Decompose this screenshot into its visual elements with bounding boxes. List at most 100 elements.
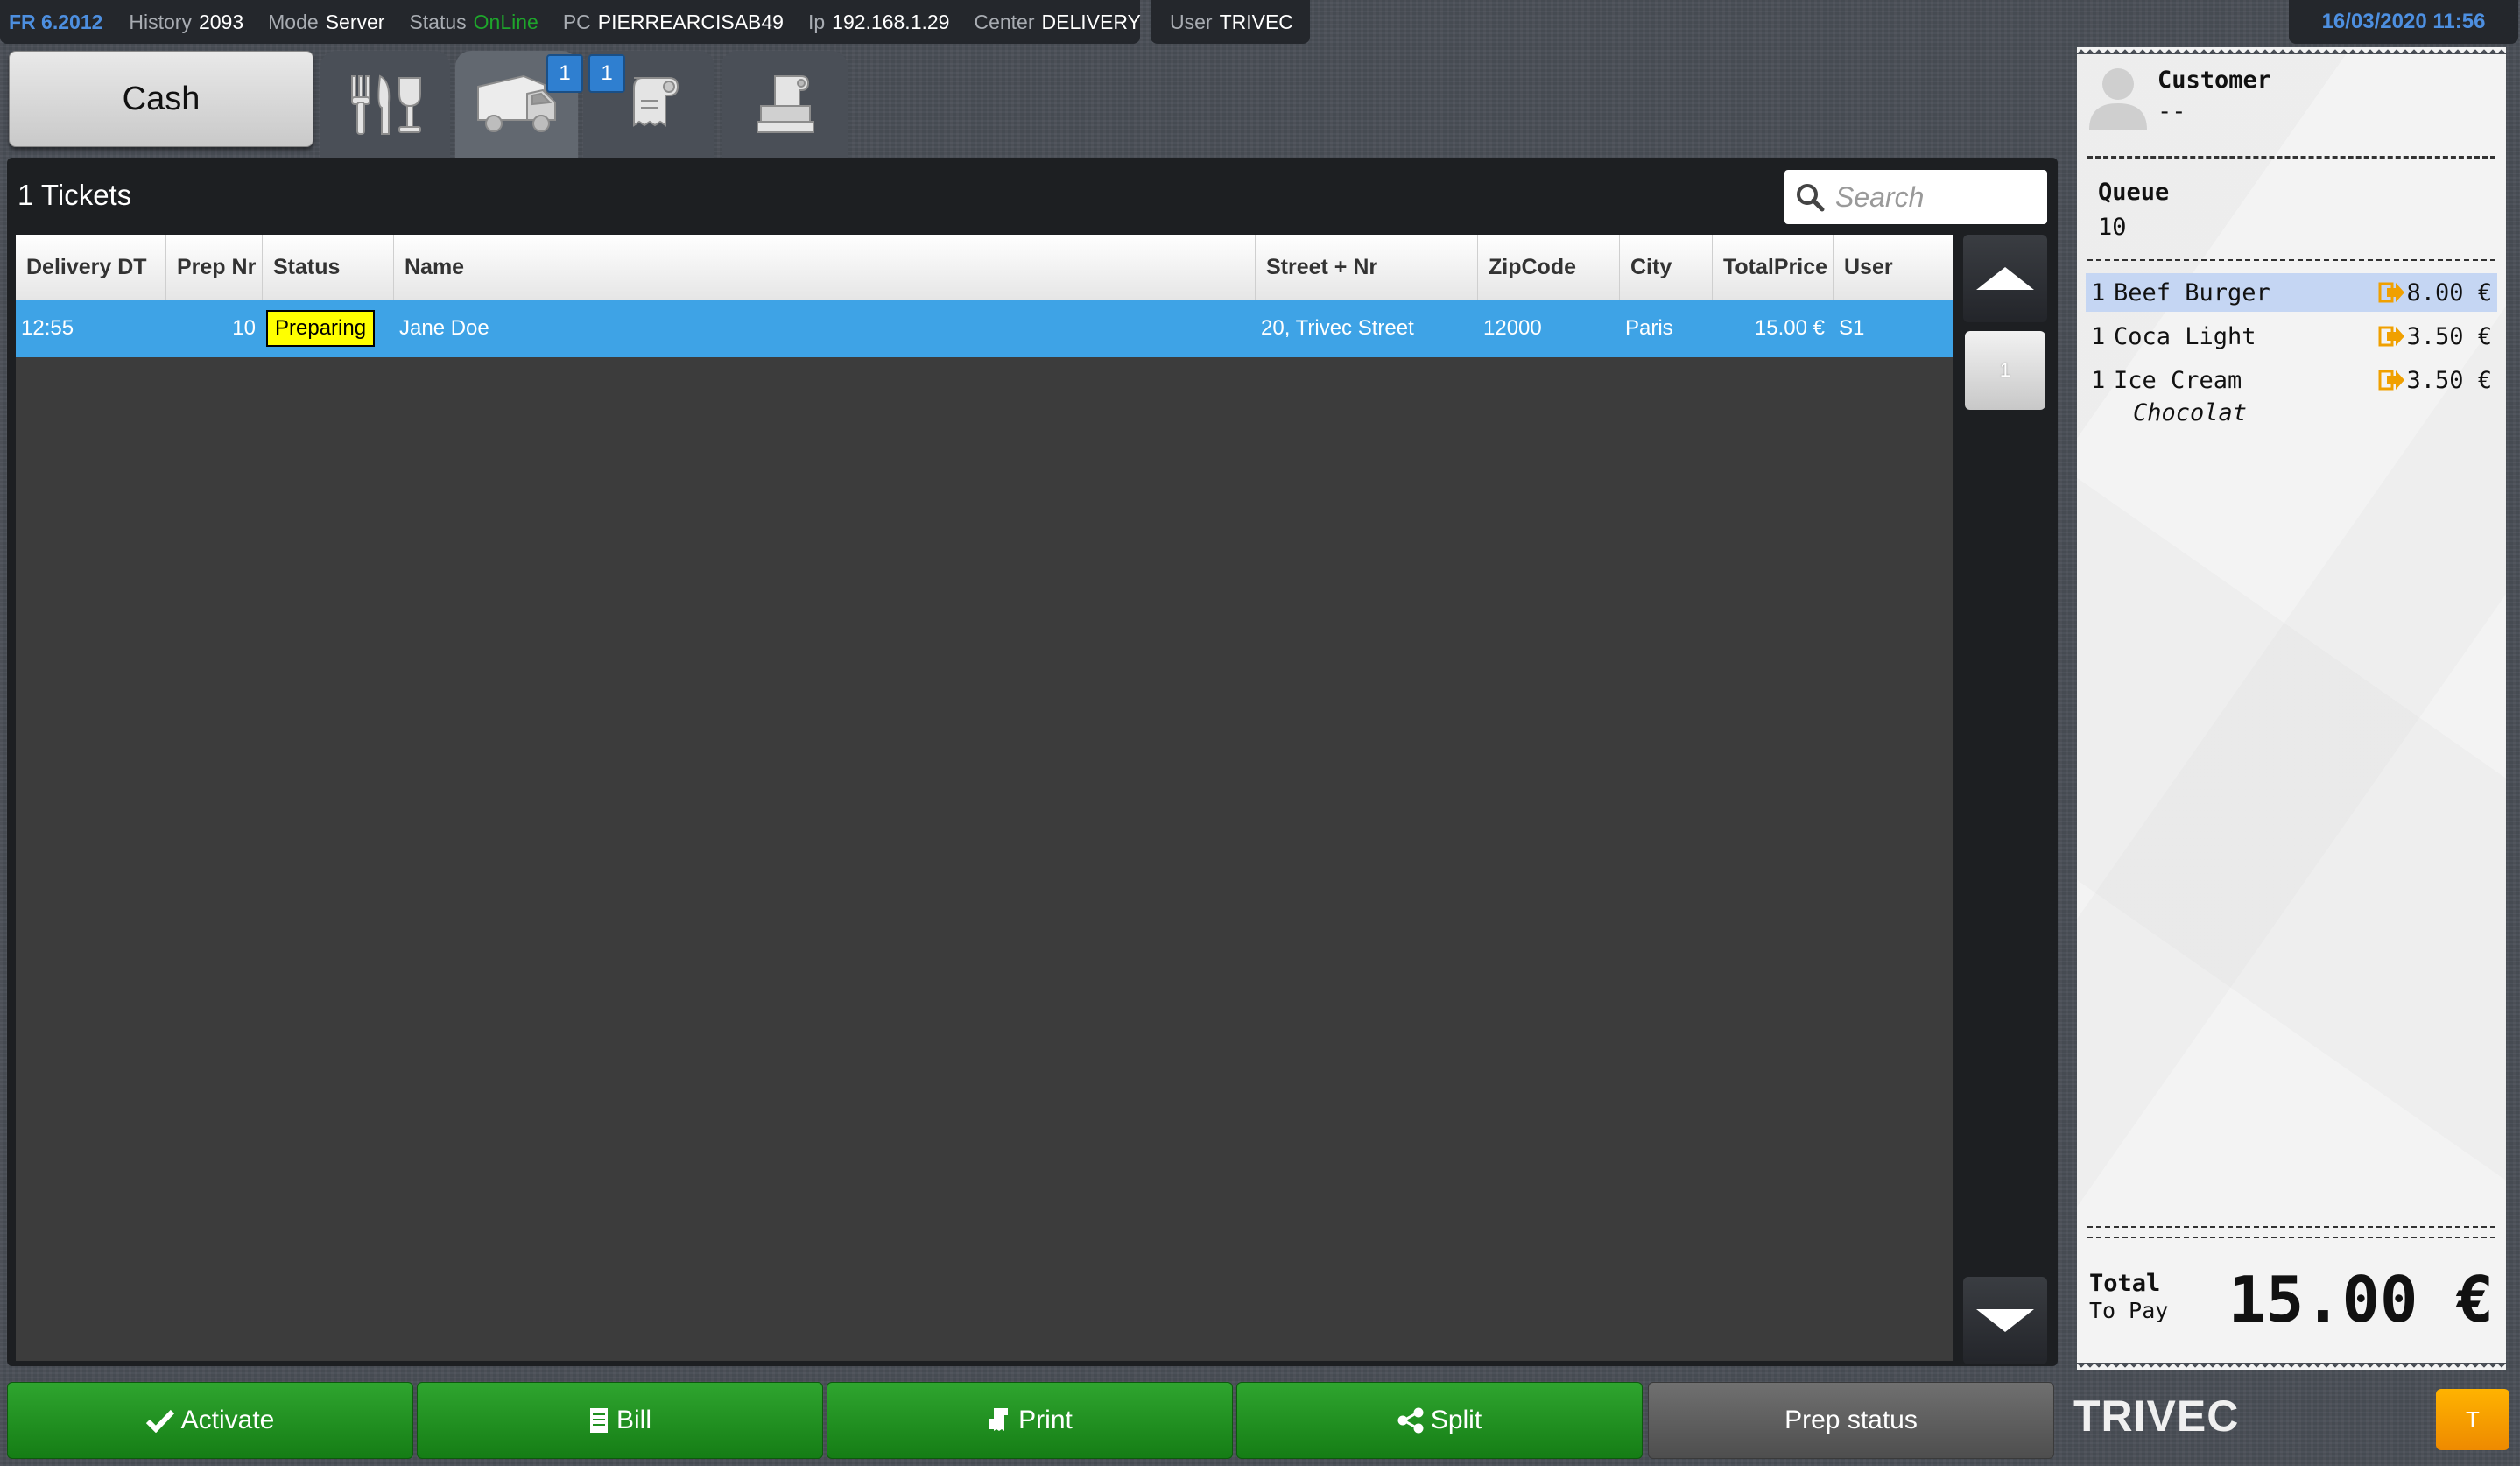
- activate-label: Activate: [180, 1406, 275, 1434]
- history-value: 2093: [198, 10, 244, 33]
- ip-label: Ip: [807, 10, 826, 33]
- column-prep-nr[interactable]: Prep Nr: [166, 235, 263, 300]
- tab-restaurant[interactable]: [320, 51, 450, 158]
- version-label: FR 6.2012: [9, 10, 103, 33]
- scroll-up-button[interactable]: [1963, 235, 2047, 322]
- status-value: OnLine: [473, 10, 538, 33]
- customer-value: --: [2157, 98, 2186, 125]
- item-qty: 1: [2091, 366, 2106, 394]
- prep-status-label: Prep status: [1784, 1406, 1918, 1434]
- split-label: Split: [1430, 1406, 1482, 1434]
- pc-label: PC: [562, 10, 591, 33]
- column-name[interactable]: Name: [394, 235, 1256, 300]
- receipt-edge-top: [2077, 47, 2506, 56]
- cell-status: Preparing: [263, 300, 394, 357]
- divider: [2087, 156, 2495, 159]
- cell-zipcode: 12000: [1483, 316, 1542, 340]
- search-icon: [1797, 184, 1825, 212]
- center-value: DELIVERY: [1041, 10, 1141, 33]
- receipt-item[interactable]: 1 Ice Cream 3.50 €: [2086, 361, 2497, 399]
- table-row[interactable]: 12:55 10 Preparing Jane Doe 20, Trivec S…: [16, 300, 1953, 357]
- column-city[interactable]: City: [1620, 235, 1713, 300]
- receipt-item[interactable]: 1 Coca Light 3.50 €: [2086, 317, 2497, 356]
- column-user[interactable]: User: [1834, 235, 1953, 300]
- cell-name: Jane Doe: [399, 316, 489, 340]
- chevron-down-icon: [1976, 1309, 2034, 1332]
- top-status-bar: FR 6.2012 History 2093 Mode Server Statu…: [0, 0, 2520, 46]
- search-input[interactable]: [1834, 180, 2038, 215]
- table-header: Delivery DT Prep Nr Status Name Street +…: [16, 235, 1953, 300]
- item-name: Ice Cream: [2114, 366, 2242, 394]
- send-to-kitchen-icon: [2378, 282, 2405, 303]
- cell-city: Paris: [1625, 316, 1673, 340]
- item-qty: 1: [2091, 322, 2106, 350]
- history-label: History: [129, 10, 192, 33]
- system-info-bar: FR 6.2012 History 2093 Mode Server Statu…: [0, 0, 1141, 44]
- cell-prep-nr: 10: [232, 316, 256, 340]
- mode-value: Server: [325, 10, 385, 33]
- prep-status-button[interactable]: Prep status: [1648, 1382, 2054, 1459]
- split-icon: [1397, 1407, 1424, 1434]
- user-info-bar: User TRIVEC: [1151, 0, 1310, 44]
- chevron-up-icon: [1976, 267, 2034, 290]
- restaurant-icon: [351, 74, 421, 135]
- item-price: 3.50 €: [2406, 366, 2492, 394]
- cell-street: 20, Trivec Street: [1261, 316, 1414, 340]
- cash-button-label: Cash: [122, 80, 201, 117]
- divider: [2087, 259, 2495, 261]
- user-label: User: [1170, 10, 1213, 33]
- queue-value: 10: [2098, 214, 2127, 241]
- cell-delivery-dt: 12:55: [21, 316, 74, 340]
- column-status[interactable]: Status: [263, 235, 394, 300]
- print-receipt-icon: [989, 1408, 1009, 1431]
- user-value: TRIVEC: [1219, 10, 1293, 33]
- trivec-menu-button[interactable]: T: [2436, 1389, 2509, 1450]
- ticket-count: 1 Tickets: [18, 179, 132, 211]
- bill-label: Bill: [616, 1406, 651, 1434]
- cell-total-price: 15.00 €: [1754, 316, 1825, 340]
- receipt-item[interactable]: 1 Beef Burger 8.00 €: [2086, 273, 2497, 312]
- item-name: Coca Light: [2114, 322, 2256, 350]
- printer-icon: [757, 75, 814, 133]
- tickets-panel: 1 Tickets Delivery DT Prep Nr Status Nam…: [7, 158, 2058, 1366]
- delivery-count-badge: 1: [546, 54, 583, 93]
- total-amount: 15.00 €: [2228, 1263, 2494, 1336]
- receipt-edge-bottom: [2077, 1361, 2506, 1370]
- mode-label: Mode: [268, 10, 319, 33]
- print-button[interactable]: Print: [827, 1382, 1233, 1459]
- column-street[interactable]: Street + Nr: [1256, 235, 1478, 300]
- trivec-logo: TRIVEC: [2073, 1392, 2240, 1441]
- center-label: Center: [974, 10, 1035, 33]
- cell-user: S1: [1839, 316, 1865, 340]
- activate-button[interactable]: Activate: [7, 1382, 413, 1459]
- divider: [2087, 1237, 2495, 1238]
- datetime: 16/03/2020 11:56: [2321, 10, 2486, 33]
- page-indicator[interactable]: 1: [1965, 331, 2045, 410]
- customer-label: Customer: [2157, 67, 2272, 94]
- to-pay-label: To Pay: [2089, 1298, 2169, 1323]
- print-label: Print: [1018, 1406, 1073, 1434]
- item-modifier: Chocolat: [2133, 399, 2248, 426]
- search-box[interactable]: [1784, 170, 2047, 224]
- bill-button[interactable]: Bill: [417, 1382, 823, 1459]
- customer-avatar-icon: [2089, 68, 2147, 130]
- ip-value: 192.168.1.29: [832, 10, 950, 33]
- tab-printer[interactable]: [722, 51, 848, 158]
- item-name: Beef Burger: [2114, 278, 2270, 307]
- item-price: 3.50 €: [2406, 322, 2492, 350]
- receipt-panel: Customer -- Queue 10 1 Beef Burger 8.00 …: [2077, 47, 2506, 1370]
- column-delivery-dt[interactable]: Delivery DT: [16, 235, 166, 300]
- split-button[interactable]: Split: [1236, 1382, 1643, 1459]
- divider: [2087, 1226, 2495, 1228]
- cash-button[interactable]: Cash: [9, 51, 313, 147]
- column-total-price[interactable]: TotalPrice: [1713, 235, 1834, 300]
- column-zipcode[interactable]: ZipCode: [1478, 235, 1620, 300]
- scroll-down-button[interactable]: [1963, 1277, 2047, 1364]
- item-qty: 1: [2091, 278, 2106, 307]
- takeaway-count-badge: 1: [588, 54, 625, 93]
- status-label: Status: [409, 10, 467, 33]
- datetime-bar: 16/03/2020 11:56: [2289, 0, 2518, 44]
- tickets-table: Delivery DT Prep Nr Status Name Street +…: [16, 235, 1953, 1361]
- check-icon: [145, 1409, 174, 1433]
- bill-icon: [589, 1408, 608, 1433]
